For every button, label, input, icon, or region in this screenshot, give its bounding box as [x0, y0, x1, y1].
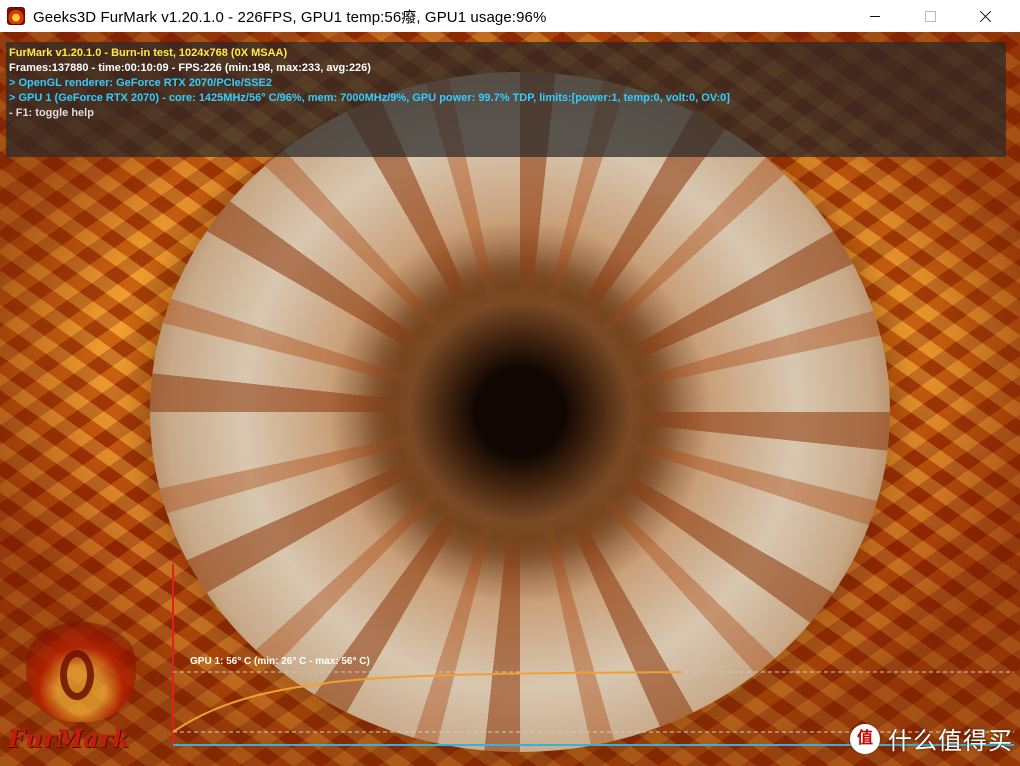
- hud-renderer-line: > OpenGL renderer: GeForce RTX 2070/PCIe…: [9, 77, 272, 89]
- render-viewport: FurMark v1.20.1.0 - Burn-in test, 1024x7…: [0, 32, 1020, 766]
- hud-stats-line: Frames:137880 - time:00:10:09 - FPS:226 …: [9, 62, 371, 74]
- furmark-app-icon[interactable]: [7, 7, 25, 25]
- hud-help-line: - F1: toggle help: [9, 107, 94, 119]
- graph-temperature-label: GPU 1: 56° C (min: 26° C - max: 56° C): [190, 656, 370, 667]
- window-title: Geeks3D FurMark v1.20.1.0 - 226FPS, GPU1…: [33, 8, 547, 26]
- temperature-line: [172, 671, 682, 733]
- maximize-icon: [924, 10, 936, 22]
- watermark-text: 什么值得买: [888, 728, 1013, 755]
- close-button[interactable]: [963, 0, 1009, 32]
- hud-gpu-line: > GPU 1 (GeForce RTX 2070) - core: 1425M…: [9, 92, 730, 104]
- logo-text: FurMark: [8, 724, 130, 753]
- title-bar[interactable]: Geeks3D FurMark v1.20.1.0 - 226FPS, GPU1…: [0, 0, 1020, 32]
- furmark-logo: FurMark: [8, 612, 158, 762]
- watermark-icon: [850, 723, 880, 754]
- minimize-button[interactable]: [852, 0, 898, 32]
- logo-ring-icon: [60, 650, 94, 700]
- minimize-icon: [870, 15, 880, 17]
- watermark: 什么值得买: [850, 721, 1013, 756]
- close-icon: [980, 10, 992, 22]
- hud-overlay: FurMark v1.20.1.0 - Burn-in test, 1024x7…: [6, 42, 1006, 157]
- maximize-button[interactable]: [907, 0, 953, 32]
- hud-title-line: FurMark v1.20.1.0 - Burn-in test, 1024x7…: [9, 47, 288, 59]
- furmark-window: Geeks3D FurMark v1.20.1.0 - 226FPS, GPU1…: [0, 0, 1020, 766]
